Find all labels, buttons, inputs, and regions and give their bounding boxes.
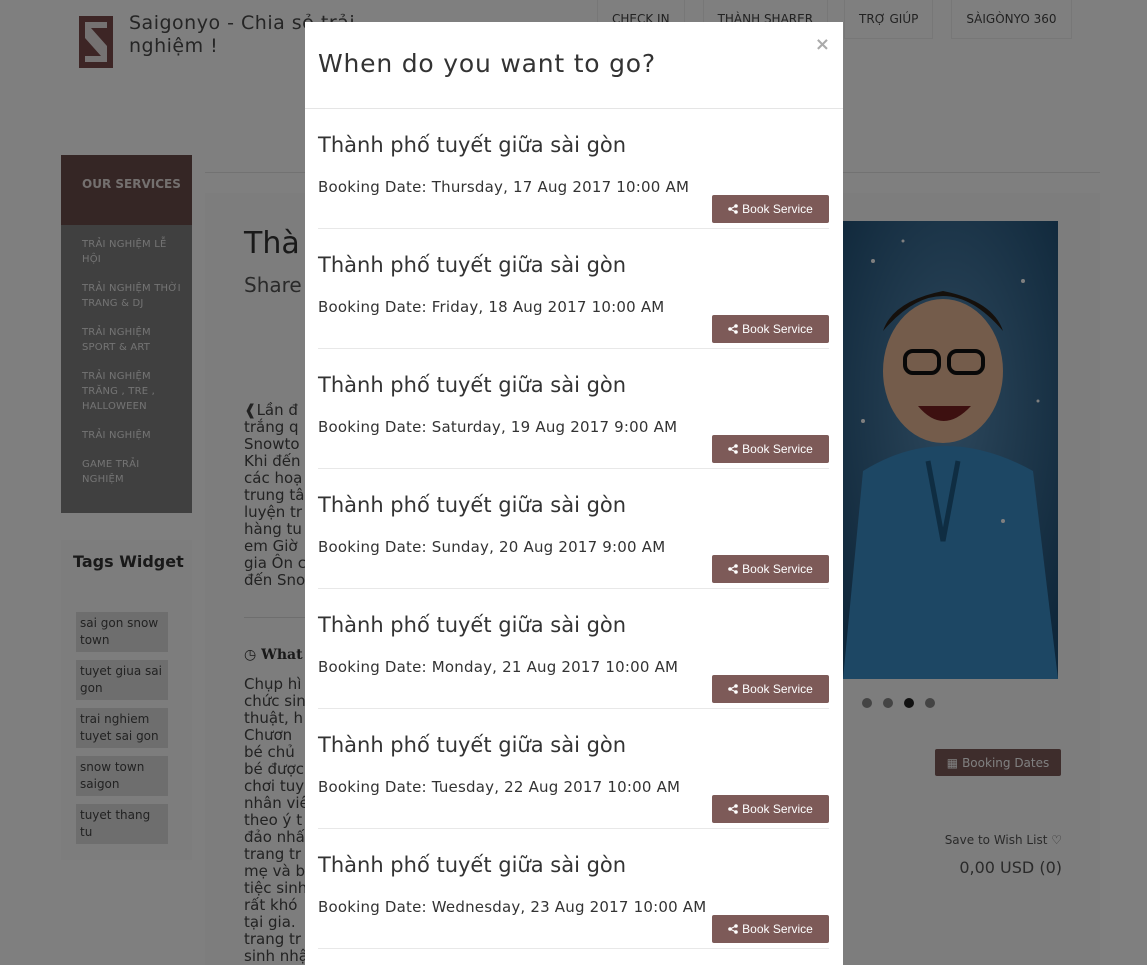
share-icon xyxy=(728,924,738,934)
book-service-label: Book Service xyxy=(742,802,813,816)
booking-item-title: Thành phố tuyết giữa sài gòn xyxy=(318,133,627,157)
book-service-button[interactable]: Book Service xyxy=(712,195,829,223)
booking-item: Thành phố tuyết giữa sài gòn Booking Date… xyxy=(318,709,829,829)
book-service-button[interactable]: Book Service xyxy=(712,435,829,463)
booking-item-title: Thành phố tuyết giữa sài gòn xyxy=(318,253,627,277)
book-service-button[interactable]: Book Service xyxy=(712,795,829,823)
share-icon xyxy=(728,324,738,334)
booking-date: Booking Date: Monday, 21 Aug 2017 10:00 … xyxy=(318,658,679,676)
book-service-label: Book Service xyxy=(742,442,813,456)
booking-date: Booking Date: Wednesday, 23 Aug 2017 10:… xyxy=(318,898,707,916)
booking-list: Thành phố tuyết giữa sài gòn Booking Date… xyxy=(318,109,829,949)
booking-item-title: Thành phố tuyết giữa sài gòn xyxy=(318,853,627,877)
book-service-label: Book Service xyxy=(742,202,813,216)
close-icon[interactable]: × xyxy=(815,34,830,55)
booking-date: Booking Date: Sunday, 20 Aug 2017 9:00 A… xyxy=(318,538,666,556)
booking-item-title: Thành phố tuyết giữa sài gòn xyxy=(318,373,627,397)
booking-item-title: Thành phố tuyết giữa sài gòn xyxy=(318,613,627,637)
book-service-button[interactable]: Book Service xyxy=(712,315,829,343)
book-service-button[interactable]: Book Service xyxy=(712,555,829,583)
booking-modal: When do you want to go? × Thành phố tuyế… xyxy=(305,22,843,965)
book-service-label: Book Service xyxy=(742,682,813,696)
booking-item: Thành phố tuyết giữa sài gòn Booking Date… xyxy=(318,829,829,949)
booking-date: Booking Date: Saturday, 19 Aug 2017 9:00… xyxy=(318,418,678,436)
booking-date: Booking Date: Tuesday, 22 Aug 2017 10:00… xyxy=(318,778,681,796)
share-icon xyxy=(728,684,738,694)
book-service-label: Book Service xyxy=(742,322,813,336)
share-icon xyxy=(728,804,738,814)
booking-date: Booking Date: Thursday, 17 Aug 2017 10:0… xyxy=(318,178,690,196)
modal-title: When do you want to go? xyxy=(318,49,656,78)
share-icon xyxy=(728,444,738,454)
booking-item: Thành phố tuyết giữa sài gòn Booking Date… xyxy=(318,589,829,709)
book-service-button[interactable]: Book Service xyxy=(712,915,829,943)
book-service-button[interactable]: Book Service xyxy=(712,675,829,703)
book-service-label: Book Service xyxy=(742,922,813,936)
booking-item: Thành phố tuyết giữa sài gòn Booking Date… xyxy=(318,349,829,469)
booking-item: Thành phố tuyết giữa sài gòn Booking Date… xyxy=(318,469,829,589)
booking-item-title: Thành phố tuyết giữa sài gòn xyxy=(318,493,627,517)
booking-date: Booking Date: Friday, 18 Aug 2017 10:00 … xyxy=(318,298,665,316)
booking-item-title: Thành phố tuyết giữa sài gòn xyxy=(318,733,627,757)
book-service-label: Book Service xyxy=(742,562,813,576)
modal-header: When do you want to go? × xyxy=(305,22,843,109)
booking-item: Thành phố tuyết giữa sài gòn Booking Date… xyxy=(318,109,829,229)
share-icon xyxy=(728,564,738,574)
share-icon xyxy=(728,204,738,214)
booking-item: Thành phố tuyết giữa sài gòn Booking Date… xyxy=(318,229,829,349)
